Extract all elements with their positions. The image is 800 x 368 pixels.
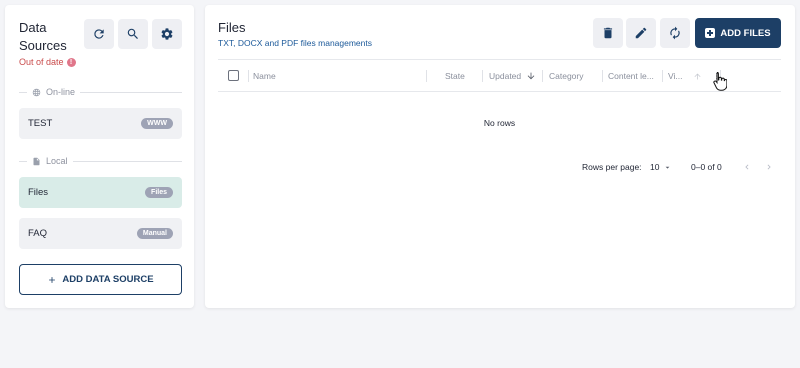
trash-icon bbox=[603, 27, 613, 39]
add-files-label: ADD FILES bbox=[720, 27, 771, 39]
gear-icon bbox=[161, 28, 173, 40]
pagination-range: 0–0 of 0 bbox=[691, 162, 722, 172]
online-section-label: On-line bbox=[46, 87, 76, 97]
source-item-files[interactable]: Files Files bbox=[19, 177, 182, 208]
chevron-right-icon bbox=[767, 164, 771, 170]
source-item-label: TEST bbox=[28, 118, 53, 129]
add-files-button[interactable]: ADD FILES bbox=[695, 18, 781, 48]
column-header-name[interactable]: Name bbox=[253, 60, 276, 92]
select-all-checkbox[interactable] bbox=[228, 70, 239, 81]
column-header-updated[interactable]: Updated bbox=[489, 60, 536, 92]
source-item-label: FAQ bbox=[28, 228, 48, 239]
column-header-category[interactable]: Category bbox=[549, 60, 584, 92]
files-table: Name State Updated Category Content le..… bbox=[218, 59, 781, 152]
empty-table-message: No rows bbox=[483, 117, 516, 128]
refresh-files-button[interactable] bbox=[660, 18, 690, 48]
refresh-icon bbox=[94, 29, 104, 39]
rows-per-page-label: Rows per page: bbox=[582, 162, 642, 172]
online-section-divider: On-line bbox=[19, 86, 182, 98]
search-button[interactable] bbox=[118, 19, 148, 49]
source-type-badge: Manual bbox=[136, 228, 173, 239]
search-icon bbox=[127, 28, 138, 39]
column-header-state[interactable]: State bbox=[445, 60, 465, 92]
edit-button[interactable] bbox=[626, 18, 656, 48]
refresh-icon bbox=[670, 26, 680, 40]
caret-down-icon bbox=[666, 166, 670, 169]
data-sources-title: Data Sources bbox=[19, 20, 67, 53]
settings-button[interactable] bbox=[152, 19, 182, 49]
hand-cursor-icon bbox=[713, 72, 727, 91]
source-type-badge: Files bbox=[145, 187, 173, 198]
source-item-faq[interactable]: FAQ Manual bbox=[19, 218, 182, 249]
status-indicator: Out of date ! bbox=[19, 57, 76, 67]
warning-icon: ! bbox=[66, 57, 76, 67]
table-header: Name State Updated Category Content le..… bbox=[218, 60, 781, 92]
status-text: Out of date bbox=[19, 57, 64, 67]
file-icon bbox=[33, 157, 40, 165]
add-data-source-label: ADD DATA SOURCE bbox=[62, 274, 154, 285]
refresh-button[interactable] bbox=[84, 19, 114, 49]
page-subtitle: TXT, DOCX and PDF files managements bbox=[218, 38, 373, 48]
column-header-content-length[interactable]: Content le... bbox=[608, 60, 654, 92]
sort-ascending-icon[interactable] bbox=[693, 72, 702, 81]
add-data-source-button[interactable]: ADD DATA SOURCE bbox=[19, 264, 182, 295]
data-sources-panel: Data Sources Out of date ! On-line TEST … bbox=[5, 5, 194, 308]
next-page-button[interactable] bbox=[764, 160, 774, 174]
source-item-test[interactable]: TEST WWW bbox=[19, 108, 182, 139]
sort-descending-icon[interactable] bbox=[526, 71, 536, 81]
previous-page-button[interactable] bbox=[742, 160, 752, 174]
local-section-label: Local bbox=[46, 156, 68, 166]
add-box-icon bbox=[705, 28, 716, 38]
source-item-label: Files bbox=[28, 187, 49, 198]
rows-per-page-select[interactable]: 10 bbox=[650, 160, 672, 174]
local-section-divider: Local bbox=[19, 155, 182, 167]
globe-icon bbox=[32, 88, 41, 96]
delete-button[interactable] bbox=[593, 18, 623, 48]
chevron-left-icon bbox=[745, 164, 749, 170]
plus-icon bbox=[49, 276, 56, 283]
page-title: Files bbox=[218, 20, 246, 35]
pencil-icon bbox=[635, 27, 647, 39]
files-panel: Files TXT, DOCX and PDF files management… bbox=[205, 5, 795, 308]
source-type-badge: WWW bbox=[141, 118, 173, 129]
